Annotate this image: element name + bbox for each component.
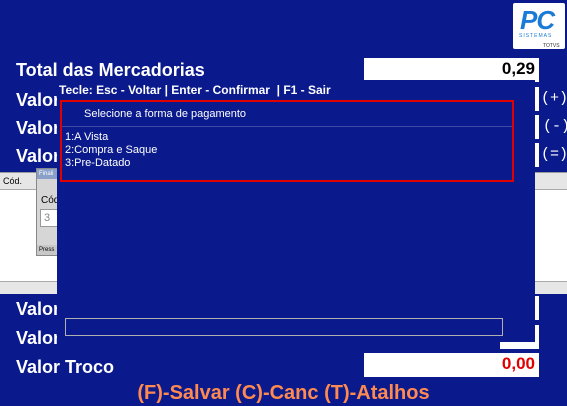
valor-troco-value: 0,00 [364,353,539,377]
logo-sub: SISTEMAS [519,33,553,39]
payment-options-list[interactable]: Selecione a forma de pagamento 1:A Vista… [60,100,514,182]
valor-label-2: Valor [16,118,61,138]
options-divider [62,126,512,127]
valor-label-4: Valor [16,299,61,319]
option-a-vista[interactable]: 1:A Vista [65,131,108,144]
plus-sign: (+) [541,90,567,107]
option-pre-datado[interactable]: 3:Pre-Datado [65,157,130,170]
logo-brand: PC [520,5,555,35]
valor-label-5: Valor [16,328,61,348]
pc-sistemas-logo: PC SISTEMAS TOTVS [513,3,565,49]
valor-label-1: Valor [16,90,61,110]
valor-troco-label: Valor Troco [16,357,115,377]
option-compra-e-saque[interactable]: 2:Compra e Saque [65,144,157,157]
logo-partner: TOTVS [543,43,560,49]
payment-prompt: Selecione a forma de pagamento [84,108,247,120]
footer-shortcuts: (F)-Salvar (C)-Canc (T)-Atalhos [137,382,430,404]
valor-label-3: Valor [16,146,61,166]
payment-method-dialog: Tecle: Esc - Voltar | Enter - Confirmar … [57,80,535,342]
equals-sign: (=) [541,146,567,163]
total-mercadorias-label: Total das Mercadorias [16,60,205,80]
dialog-message-bar [65,318,503,336]
dialog-key-hints: Tecle: Esc - Voltar | Enter - Confirmar … [59,83,331,97]
grid-col-cod: Cód. [3,176,23,186]
total-mercadorias-value: 0,29 [364,58,539,82]
minus-sign: (-) [543,118,567,135]
